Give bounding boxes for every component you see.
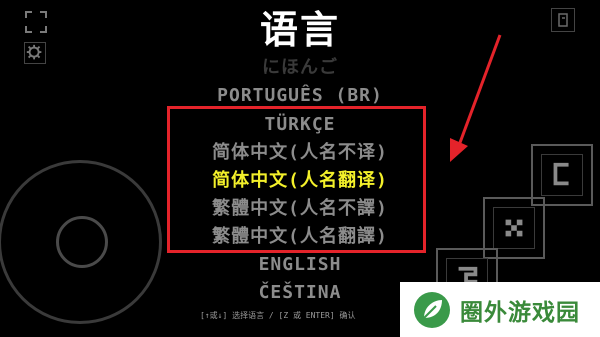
watermark-text: 圈外游戏园 [460, 299, 580, 326]
leaf-logo-icon [414, 291, 450, 328]
page-title: 语言 [259, 8, 340, 52]
c-icon [553, 162, 569, 186]
watermark: 圈外游戏园 [400, 282, 600, 337]
settings-button[interactable] [24, 42, 46, 64]
control-hint: [↑或↓] 选择语言 / [Z 或 ENTER] 确认 [200, 311, 356, 320]
fullscreen-icon[interactable] [24, 10, 48, 34]
arrow-icon [450, 34, 502, 162]
annotation-highlight-box [167, 106, 426, 253]
menu-icon [558, 13, 568, 27]
language-option-japanese[interactable]: にほんご [0, 56, 600, 80]
menu-button[interactable] [551, 8, 575, 32]
joystick-icon[interactable] [56, 216, 108, 268]
gear-icon [26, 44, 42, 60]
language-option-portuguese[interactable]: PORTUGUÊS (BR) [0, 84, 600, 108]
